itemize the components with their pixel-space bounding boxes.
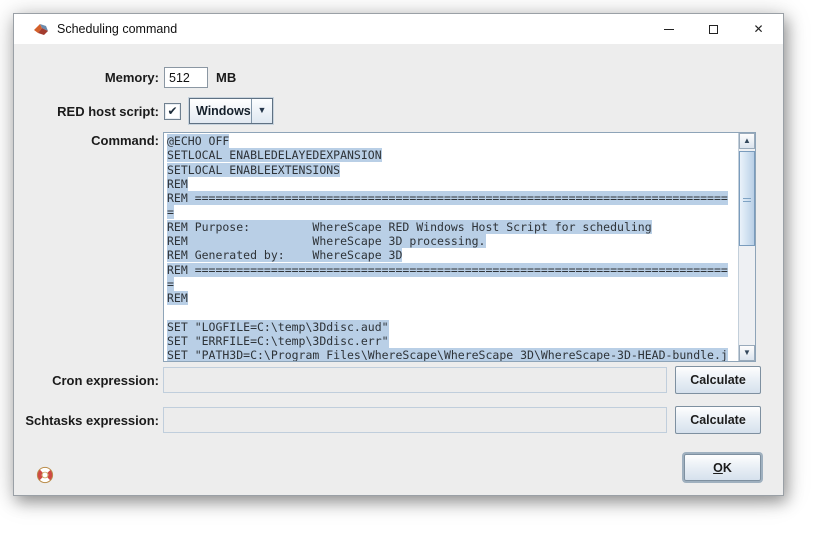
cron-expression-label: Cron expression: bbox=[52, 373, 159, 388]
window-title: Scheduling command bbox=[57, 22, 178, 36]
command-line: REM WhereScape 3D processing. bbox=[167, 234, 486, 249]
scrollbar-grip-icon bbox=[743, 198, 751, 204]
chevron-down-icon: ▼ bbox=[257, 105, 267, 115]
command-label: Command: bbox=[91, 133, 159, 148]
scroll-down-button[interactable]: ▼ bbox=[739, 345, 755, 361]
command-line: SETLOCAL ENABLEDELAYEDEXPANSION bbox=[167, 148, 382, 163]
ok-button[interactable]: OK bbox=[684, 454, 761, 481]
vertical-scrollbar[interactable]: ▲ ▼ bbox=[738, 133, 755, 361]
command-line: = bbox=[167, 205, 174, 220]
scroll-down-icon: ▼ bbox=[743, 348, 751, 357]
cron-expression-input[interactable] bbox=[163, 367, 667, 393]
title-bar[interactable]: Scheduling command ✕ bbox=[14, 14, 783, 44]
dropdown-selected-value: Windows bbox=[190, 99, 251, 123]
command-line: SET "LOGFILE=C:\temp\3Ddisc.aud" bbox=[167, 319, 389, 334]
app-icon bbox=[34, 24, 48, 35]
memory-unit-label: MB bbox=[216, 70, 237, 85]
command-line: @ECHO OFF bbox=[167, 134, 230, 148]
command-line: REM ====================================… bbox=[167, 262, 728, 277]
maximize-icon bbox=[709, 24, 718, 34]
command-line: REM Purpose: WhereScape RED Windows Host… bbox=[167, 219, 652, 234]
command-line: REM bbox=[167, 176, 188, 191]
scroll-up-icon: ▲ bbox=[743, 136, 751, 145]
minimize-icon bbox=[663, 28, 674, 30]
command-line: REM bbox=[167, 291, 188, 306]
ok-mnemonic: O bbox=[713, 460, 723, 475]
command-line: REM Generated by: WhereScape 3D bbox=[167, 248, 403, 263]
memory-label: Memory: bbox=[104, 70, 159, 85]
ok-rest: K bbox=[722, 460, 732, 475]
scrollbar-track[interactable] bbox=[739, 149, 755, 345]
cron-calculate-button[interactable]: Calculate bbox=[675, 366, 761, 394]
screen: Scheduling command ✕ Memory: MB RED host… bbox=[0, 0, 831, 548]
maximize-button[interactable] bbox=[691, 14, 736, 44]
command-line: SET "PATH3D=C:\Program Files\WhereScape\… bbox=[167, 348, 728, 361]
schtasks-calculate-button[interactable]: Calculate bbox=[675, 406, 761, 434]
dropdown-arrow-button[interactable]: ▼ bbox=[251, 99, 272, 123]
close-icon: ✕ bbox=[753, 22, 764, 36]
scrollbar-thumb[interactable] bbox=[739, 151, 755, 246]
window-controls: ✕ bbox=[646, 14, 781, 44]
memory-input[interactable] bbox=[164, 67, 208, 88]
scroll-up-button[interactable]: ▲ bbox=[739, 133, 755, 149]
schtasks-expression-input[interactable] bbox=[163, 407, 667, 433]
red-host-script-checkbox[interactable]: ✔ bbox=[164, 103, 181, 120]
command-text[interactable]: @ECHO OFF SETLOCAL ENABLEDELAYEDEXPANSION… bbox=[164, 133, 738, 361]
scheduling-command-dialog: Scheduling command ✕ Memory: MB RED host… bbox=[13, 13, 784, 496]
command-scrollpane: @ECHO OFF SETLOCAL ENABLEDELAYEDEXPANSION… bbox=[163, 132, 756, 362]
red-host-script-label: RED host script: bbox=[57, 104, 159, 119]
schtasks-expression-label: Schtasks expression: bbox=[25, 413, 159, 428]
checkmark-icon: ✔ bbox=[167, 103, 178, 118]
command-line bbox=[167, 306, 738, 320]
command-line: = bbox=[167, 276, 174, 291]
command-line: REM ====================================… bbox=[167, 191, 728, 206]
host-script-type-dropdown[interactable]: Windows ▼ bbox=[189, 98, 273, 124]
close-button[interactable]: ✕ bbox=[736, 14, 781, 44]
command-line: SETLOCAL ENABLEEXTENSIONS bbox=[167, 162, 341, 177]
command-line: SET "ERRFILE=C:\temp\3Ddisc.err" bbox=[167, 334, 389, 349]
help-lifebuoy-icon[interactable] bbox=[36, 466, 54, 484]
minimize-button[interactable] bbox=[646, 14, 691, 44]
